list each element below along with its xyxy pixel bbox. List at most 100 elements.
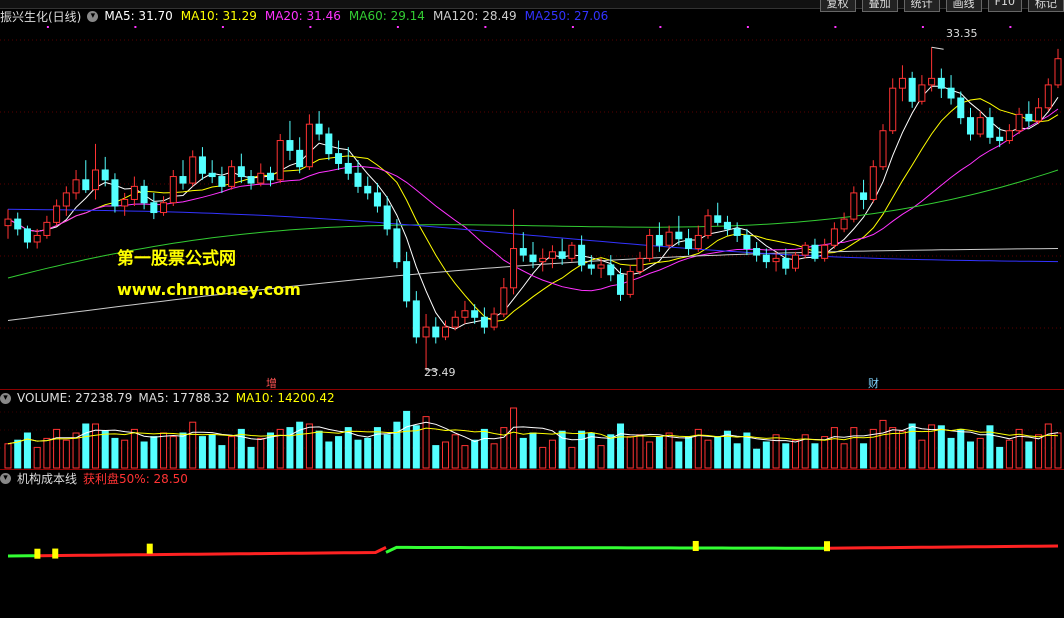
- candle-down: [198, 156, 206, 174]
- candle-up: [548, 251, 556, 259]
- volume-bar: [898, 430, 906, 469]
- volume-bar: [33, 446, 41, 469]
- volume-bar: [811, 443, 819, 469]
- candle-down: [529, 254, 537, 263]
- candle-down: [762, 254, 770, 263]
- volume-bar: [957, 428, 965, 469]
- high-price-label: 33.35: [946, 27, 978, 40]
- candle-up: [976, 117, 984, 135]
- candle-down: [23, 228, 31, 243]
- volume-bar: [1035, 434, 1043, 469]
- candle-up: [169, 176, 177, 204]
- cost-line-segment: [826, 544, 1059, 550]
- candle-down: [286, 140, 294, 151]
- volume-bar: [189, 421, 197, 469]
- volume-bar: [791, 439, 800, 469]
- volume-bar: [354, 439, 362, 469]
- cost-signal-marker: [146, 543, 153, 554]
- volume-bar: [607, 434, 615, 469]
- volume-bar: [198, 436, 206, 469]
- volume-bar: [305, 423, 313, 469]
- signal-dot: [1009, 26, 1012, 28]
- volume-bar: [121, 439, 129, 469]
- candle-down: [947, 87, 955, 99]
- candle-down: [685, 238, 693, 250]
- signal-dot: [921, 26, 924, 28]
- candle-up: [257, 172, 265, 184]
- candle-up: [91, 169, 100, 191]
- volume-bar: [471, 439, 479, 469]
- volume-bar: [996, 446, 1004, 469]
- cost-line-segment: [385, 545, 827, 554]
- volume-bar: [237, 428, 245, 469]
- candle-up: [646, 234, 654, 259]
- candle-up: [276, 140, 284, 181]
- volume-bar: [140, 441, 148, 469]
- candle-down: [558, 251, 566, 259]
- volume-bar: [714, 436, 722, 469]
- volume-bar: [228, 436, 236, 469]
- volume-bar: [539, 446, 547, 469]
- candle-up: [704, 215, 712, 236]
- volume-bar: [597, 445, 605, 469]
- volume-bar: [587, 432, 595, 469]
- candle-up: [772, 257, 780, 263]
- candle-up: [694, 234, 702, 250]
- candle-down: [150, 202, 158, 214]
- candle-down: [354, 172, 362, 187]
- volume-ma5: MA5: 17788.32: [138, 391, 230, 405]
- candle-up: [626, 270, 634, 295]
- volume-bar: [733, 443, 741, 469]
- candle-up: [500, 287, 508, 315]
- candle-down: [101, 169, 109, 181]
- volume-bar: [53, 428, 61, 469]
- candle-down: [908, 77, 916, 102]
- candle-up: [879, 130, 887, 168]
- volume-bar: [529, 432, 537, 469]
- candle-down: [335, 153, 343, 164]
- volume-bar: [364, 437, 372, 469]
- candle-down: [966, 117, 975, 135]
- candle-up: [1044, 84, 1052, 109]
- signal-dot: [571, 26, 574, 28]
- candle-up: [441, 326, 450, 338]
- cost-title: 机构成本线: [17, 471, 78, 486]
- chevron-down-icon[interactable]: ▾: [0, 472, 11, 484]
- candle-up: [889, 87, 897, 132]
- candle-up: [461, 310, 469, 318]
- kline-chart[interactable]: [0, 0, 1064, 618]
- volume-bar: [753, 448, 761, 469]
- candle-down: [471, 310, 479, 318]
- volume-panel-header: ▾ VOLUME: 27238.79 MA5: 17788.32 MA10: 1…: [0, 390, 335, 406]
- volume-bar: [315, 430, 323, 469]
- volume-bar: [403, 410, 411, 469]
- volume-bar: [578, 430, 586, 469]
- candle-up: [189, 156, 197, 184]
- cost-signal-marker: [34, 548, 41, 559]
- volume-bar: [247, 446, 255, 469]
- candle-up: [1054, 58, 1062, 86]
- signal-dot: [46, 26, 49, 28]
- volume-bar: [461, 445, 469, 469]
- candle-down: [607, 264, 615, 276]
- candle-down: [860, 192, 868, 200]
- volume-bar: [850, 427, 858, 469]
- candle-up: [597, 264, 605, 269]
- watermark-title: 第一股票公式网: [117, 249, 236, 269]
- candle-up: [451, 316, 459, 328]
- candle-up: [510, 248, 518, 289]
- volume-bar: [685, 436, 693, 469]
- candle-down: [393, 228, 401, 263]
- candle-down: [723, 221, 731, 230]
- candle-up: [791, 254, 800, 269]
- candle-down: [237, 166, 245, 178]
- candle-down: [616, 274, 625, 295]
- chevron-down-icon[interactable]: ▾: [0, 392, 11, 404]
- volume-bar: [1044, 423, 1052, 469]
- volume-bar: [519, 437, 527, 469]
- candle-up: [539, 257, 547, 263]
- low-price-label: 23.49: [424, 366, 456, 379]
- cost-profit: 获利盘50%: 28.50: [83, 471, 188, 486]
- candle-down: [782, 257, 790, 269]
- signal-dot: [221, 26, 224, 28]
